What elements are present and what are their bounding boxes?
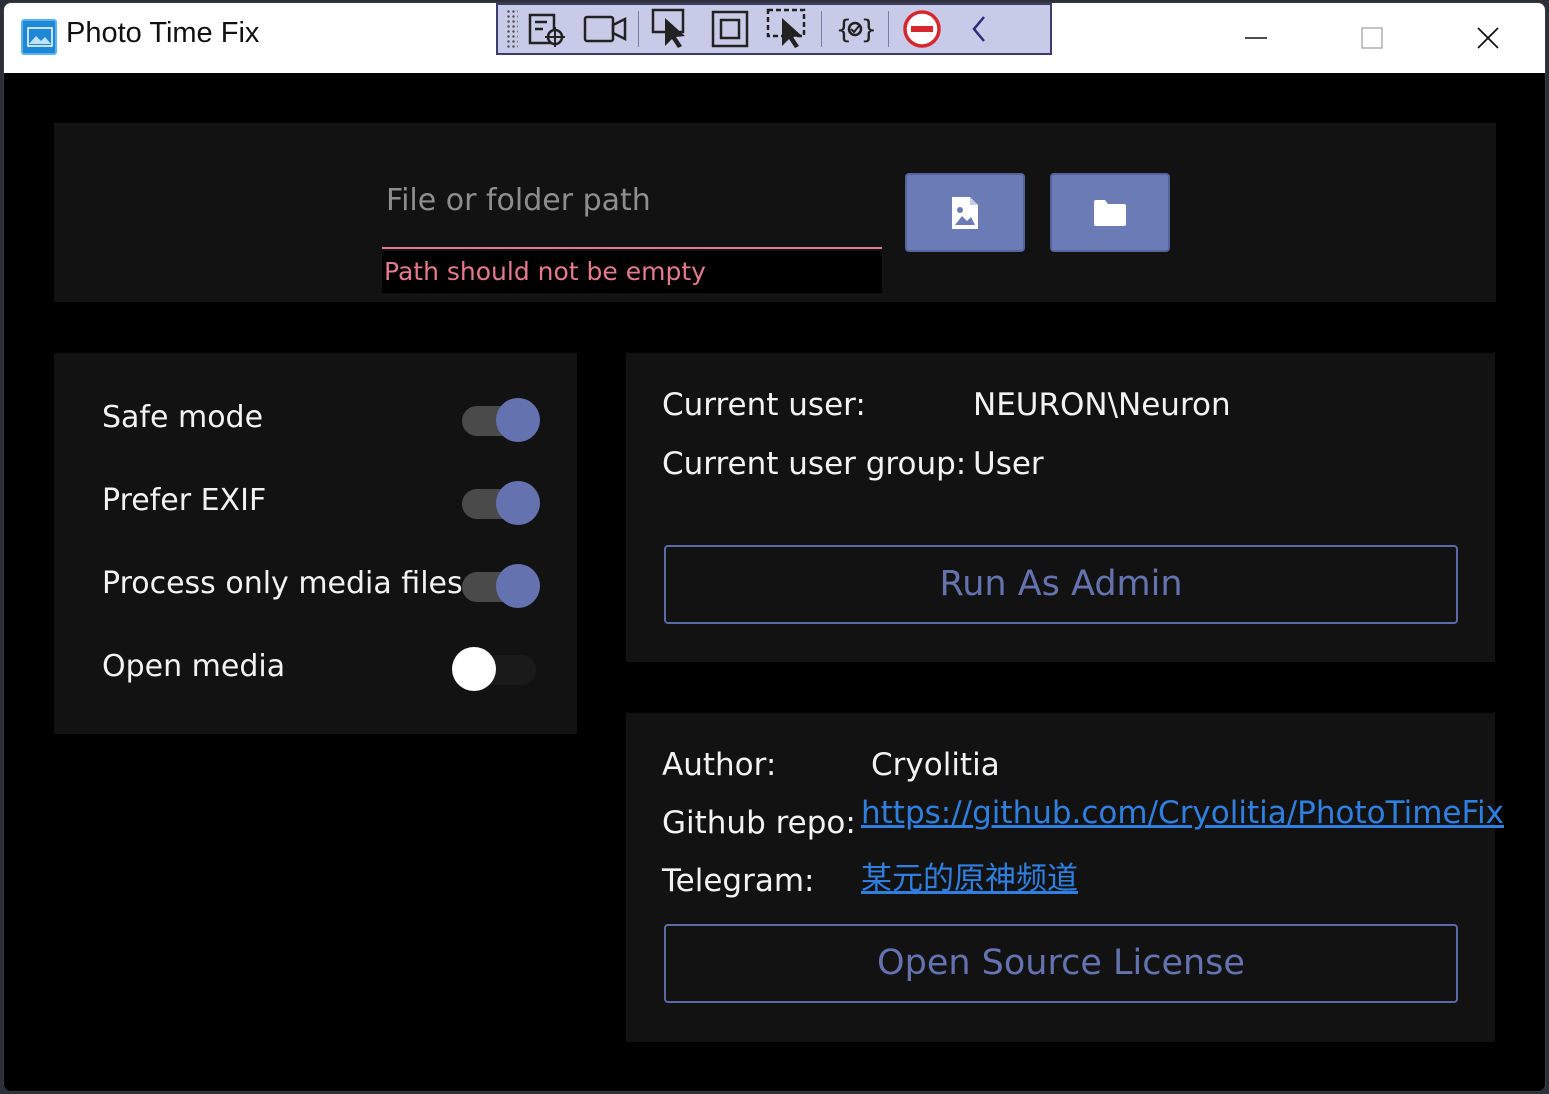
user-card: Current user: NEURON\Neuron Current user… — [626, 353, 1495, 662]
open-source-license-button[interactable]: Open Source License — [664, 924, 1458, 1003]
open-media-toggle[interactable] — [452, 645, 540, 691]
path-error-text: Path should not be empty — [382, 251, 882, 293]
github-repo-link[interactable]: https://github.com/Cryolitia/PhotoTimeFi… — [861, 795, 1504, 831]
user-group-label: Current user group: — [662, 446, 967, 482]
record-icon[interactable] — [576, 5, 634, 53]
option-label: Safe mode — [102, 400, 264, 435]
toolbar-separator — [821, 11, 822, 47]
telegram-label: Telegram: — [662, 863, 815, 899]
binding-failures-icon[interactable]: {} — [826, 5, 884, 53]
option-open-media: Open media — [102, 637, 542, 697]
option-label: Prefer EXIF — [102, 483, 267, 518]
path-input[interactable]: File or folder path — [382, 173, 882, 249]
app-logo-icon — [21, 19, 57, 55]
process-only-media-toggle[interactable] — [460, 562, 540, 608]
svg-text:}: } — [861, 15, 875, 45]
folder-icon — [1094, 199, 1126, 226]
pick-folder-button[interactable] — [1050, 173, 1170, 252]
minimize-icon — [1245, 37, 1267, 39]
main-content: File or folder path Path should not be e… — [4, 73, 1545, 1091]
options-card: Safe mode Prefer EXIF Process only media… — [54, 353, 577, 734]
toolbar-separator — [638, 11, 639, 47]
select-element-icon[interactable] — [643, 5, 701, 53]
track-focus-icon[interactable] — [759, 5, 817, 53]
title-bar[interactable]: Photo Time Fix {} — [4, 3, 1545, 73]
collapse-icon[interactable] — [951, 5, 1009, 53]
author-value: Cryolitia — [871, 747, 1000, 783]
close-button[interactable] — [1430, 3, 1545, 73]
user-group-value: User — [973, 446, 1044, 482]
option-safe-mode: Safe mode — [102, 388, 542, 448]
maximize-icon — [1361, 27, 1383, 49]
image-file-icon — [952, 196, 978, 229]
grip-icon[interactable] — [506, 9, 518, 49]
xaml-debug-toolbar: {} — [496, 3, 1052, 55]
minimize-button[interactable] — [1198, 3, 1314, 73]
maximize-button[interactable] — [1314, 3, 1430, 73]
app-window: Photo Time Fix {} — [3, 2, 1546, 1092]
pick-file-button[interactable] — [905, 173, 1025, 252]
about-card: Author: Cryolitia Github repo: https://g… — [626, 713, 1504, 1042]
toolbar-separator — [888, 11, 889, 47]
layout-adorner-icon[interactable] — [701, 5, 759, 53]
option-prefer-exif: Prefer EXIF — [102, 471, 542, 531]
prefer-exif-toggle[interactable] — [460, 479, 540, 525]
run-as-admin-button[interactable]: Run As Admin — [664, 545, 1458, 624]
close-icon — [1477, 27, 1499, 49]
option-label: Process only media files — [102, 566, 463, 601]
option-process-only-media: Process only media files — [102, 554, 542, 614]
current-user-label: Current user: — [662, 387, 866, 423]
github-repo-label: Github repo: — [662, 805, 856, 841]
option-label: Open media — [102, 649, 286, 684]
telegram-link[interactable]: 某元的原神频道 — [861, 853, 1078, 898]
stop-icon[interactable] — [893, 5, 951, 53]
current-user-value: NEURON\Neuron — [973, 387, 1231, 423]
path-card: File or folder path Path should not be e… — [54, 123, 1496, 302]
safe-mode-toggle[interactable] — [460, 396, 540, 442]
window-title: Photo Time Fix — [66, 17, 260, 49]
live-visual-tree-icon[interactable] — [518, 5, 576, 53]
author-label: Author: — [662, 747, 777, 783]
path-placeholder: File or folder path — [386, 183, 651, 218]
